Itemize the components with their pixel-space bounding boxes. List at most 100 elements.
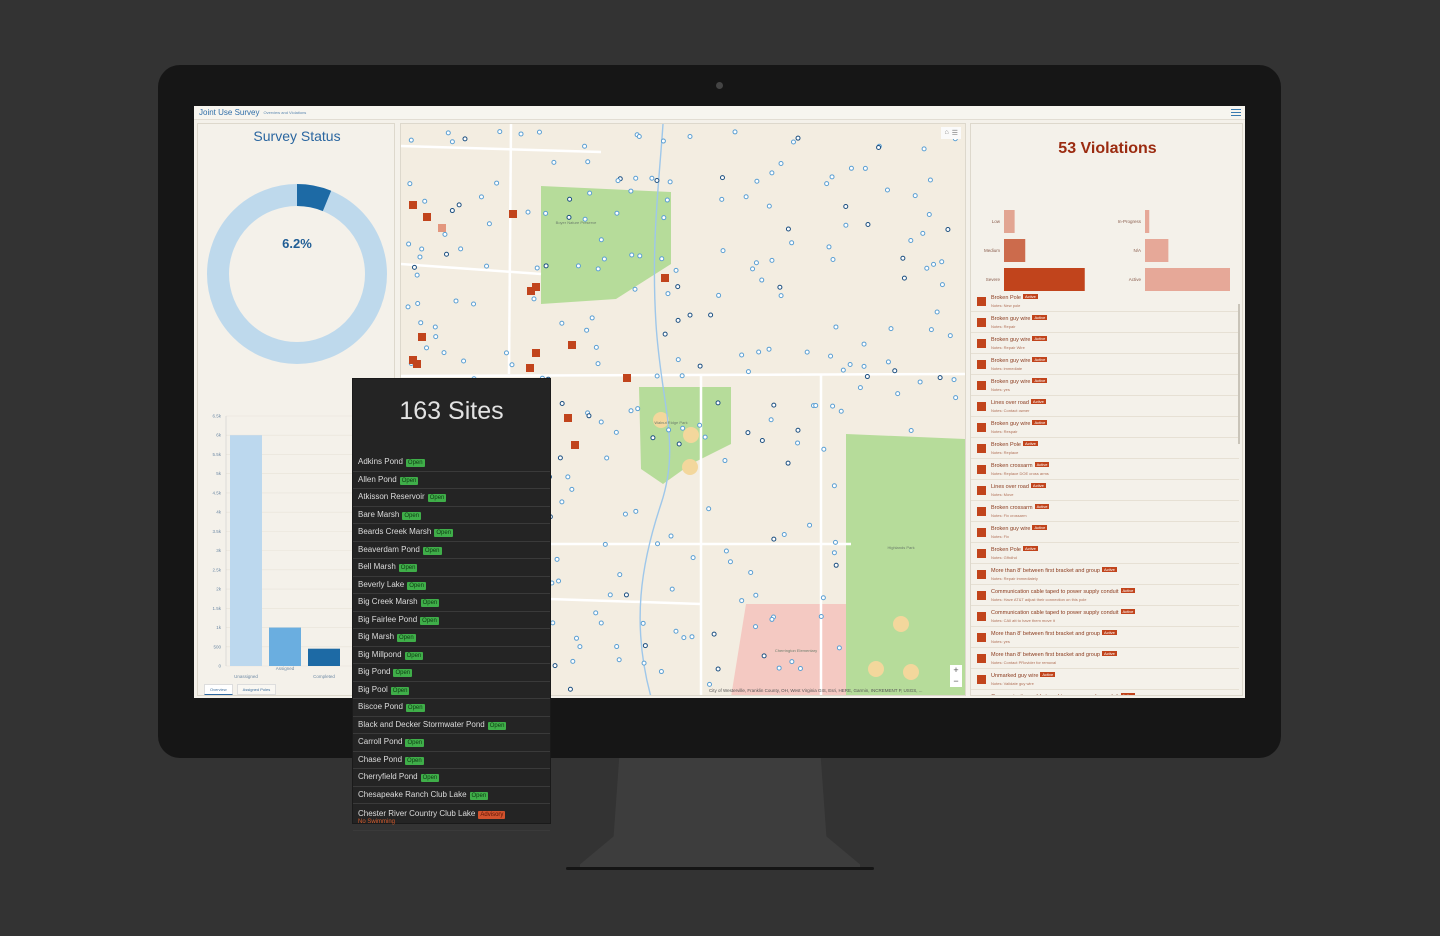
pole-marker-icon[interactable] [566, 214, 572, 220]
pole-marker-icon[interactable] [587, 190, 593, 196]
pole-marker-icon[interactable] [543, 210, 549, 216]
pole-marker-icon[interactable] [584, 327, 590, 333]
pole-marker-icon[interactable] [613, 429, 619, 435]
pole-marker-icon[interactable] [926, 211, 932, 217]
pole-marker-icon[interactable] [536, 129, 542, 135]
pole-marker-icon[interactable] [543, 263, 549, 269]
pole-marker-icon[interactable] [745, 369, 751, 375]
pole-marker-icon[interactable] [616, 657, 622, 663]
pole-marker-icon[interactable] [534, 265, 540, 271]
pole-marker-icon[interactable] [551, 159, 557, 165]
pole-marker-icon[interactable] [598, 237, 604, 243]
pole-marker-icon[interactable] [633, 175, 639, 181]
pole-marker-icon[interactable] [407, 181, 413, 187]
pole-marker-icon[interactable] [617, 572, 623, 578]
pole-marker-icon[interactable] [836, 645, 842, 651]
pole-marker-icon[interactable] [556, 578, 562, 584]
zoom-in-button[interactable]: + [953, 665, 958, 676]
pole-marker-icon[interactable] [633, 508, 639, 514]
pole-marker-icon[interactable] [419, 246, 425, 252]
pole-marker-icon[interactable] [939, 282, 945, 288]
violation-item[interactable]: Broken crossarm Active Notes: Fix crossar… [971, 501, 1239, 522]
pole-marker-icon[interactable] [768, 417, 774, 423]
bar-active[interactable] [1145, 268, 1230, 291]
pole-marker-icon[interactable] [785, 460, 791, 466]
pole-marker-icon[interactable] [449, 139, 455, 145]
pole-marker-icon[interactable] [550, 620, 556, 626]
pole-marker-icon[interactable] [727, 559, 733, 565]
violation-marker-icon[interactable] [564, 414, 572, 422]
violation-item[interactable]: Broken guy wire Active Notes: Repair Wire [971, 333, 1239, 354]
pole-marker-icon[interactable] [650, 435, 656, 441]
pole-marker-icon[interactable] [818, 614, 824, 620]
bar-completed[interactable] [308, 648, 340, 666]
tab-assigned-poles[interactable]: Assigned Poles [236, 684, 277, 695]
pole-marker-icon[interactable] [637, 253, 643, 259]
violation-marker-icon[interactable] [423, 213, 431, 221]
pole-marker-icon[interactable] [777, 284, 783, 290]
pole-marker-icon[interactable] [456, 202, 462, 208]
pole-marker-icon[interactable] [833, 324, 839, 330]
site-item[interactable]: Chesapeake Ranch Club Lake Open [353, 787, 550, 804]
site-item[interactable]: Biscoe Pond Open [353, 699, 550, 717]
pole-marker-icon[interactable] [675, 357, 681, 363]
pole-marker-icon[interactable] [753, 260, 759, 266]
pole-marker-icon[interactable] [921, 146, 927, 152]
pole-marker-icon[interactable] [635, 406, 641, 412]
pole-marker-icon[interactable] [862, 165, 868, 171]
pole-marker-icon[interactable] [676, 441, 682, 447]
violation-item[interactable]: Broken guy wire Active Notes: Repair [971, 312, 1239, 333]
violation-item[interactable]: Broken guy wire Active Notes: immediate [971, 354, 1239, 375]
violation-item[interactable]: Broken guy wire Active Notes: Fix [971, 522, 1239, 543]
pole-marker-icon[interactable] [484, 263, 490, 269]
pole-marker-icon[interactable] [739, 352, 745, 358]
pole-marker-icon[interactable] [462, 136, 468, 142]
pole-marker-icon[interactable] [575, 263, 581, 269]
pole-marker-icon[interactable] [503, 350, 509, 356]
pole-marker-icon[interactable] [662, 331, 668, 337]
pole-marker-icon[interactable] [927, 177, 933, 183]
pole-marker-icon[interactable] [689, 634, 695, 640]
pole-marker-icon[interactable] [912, 193, 918, 199]
pole-marker-icon[interactable] [888, 326, 894, 332]
site-item[interactable]: Big Pool Open [353, 682, 550, 699]
pole-marker-icon[interactable] [593, 344, 599, 350]
pole-marker-icon[interactable] [766, 203, 772, 209]
pole-marker-icon[interactable] [795, 135, 801, 141]
pole-marker-icon[interactable] [847, 361, 853, 367]
pole-marker-icon[interactable] [654, 178, 660, 184]
violation-item[interactable]: Broken Pole Active Notes: New pole [971, 291, 1239, 312]
pole-marker-icon[interactable] [478, 194, 484, 200]
site-item[interactable]: Adkins Pond Open [353, 454, 550, 472]
pole-marker-icon[interactable] [931, 261, 937, 267]
violation-marker-icon[interactable] [409, 201, 417, 209]
pole-marker-icon[interactable] [622, 511, 628, 517]
violation-item[interactable]: Broken guy wire Active Notes: yes [971, 375, 1239, 396]
pole-marker-icon[interactable] [848, 165, 854, 171]
pole-marker-icon[interactable] [790, 139, 796, 145]
pole-marker-icon[interactable] [642, 643, 648, 649]
pole-marker-icon[interactable] [687, 312, 693, 318]
pole-marker-icon[interactable] [715, 666, 721, 672]
pole-marker-icon[interactable] [567, 686, 573, 692]
violation-marker-icon[interactable] [418, 333, 426, 341]
violation-item[interactable]: Broken Pole Active Notes: Replace [971, 438, 1239, 459]
pole-marker-icon[interactable] [739, 598, 745, 604]
pole-marker-icon[interactable] [667, 179, 673, 185]
pole-marker-icon[interactable] [632, 286, 638, 292]
pole-marker-icon[interactable] [422, 198, 428, 204]
pole-marker-icon[interactable] [415, 300, 421, 306]
pole-marker-icon[interactable] [574, 635, 580, 641]
violation-item[interactable]: Communication cable taped to power suppl… [971, 690, 1239, 695]
pole-marker-icon[interactable] [586, 413, 592, 419]
violation-item[interactable]: Broken crossarm Active Notes: Replace DOE… [971, 459, 1239, 480]
violation-item[interactable]: More than 8' between first bracket and g… [971, 627, 1239, 648]
pole-marker-icon[interactable] [602, 541, 608, 547]
pole-marker-icon[interactable] [826, 244, 832, 250]
pole-marker-icon[interactable] [917, 379, 923, 385]
violation-marker-icon[interactable] [413, 360, 421, 368]
pole-marker-icon[interactable] [623, 592, 629, 598]
pole-marker-icon[interactable] [615, 178, 621, 184]
pole-marker-icon[interactable] [831, 550, 837, 556]
violation-marker-icon[interactable] [623, 374, 631, 382]
